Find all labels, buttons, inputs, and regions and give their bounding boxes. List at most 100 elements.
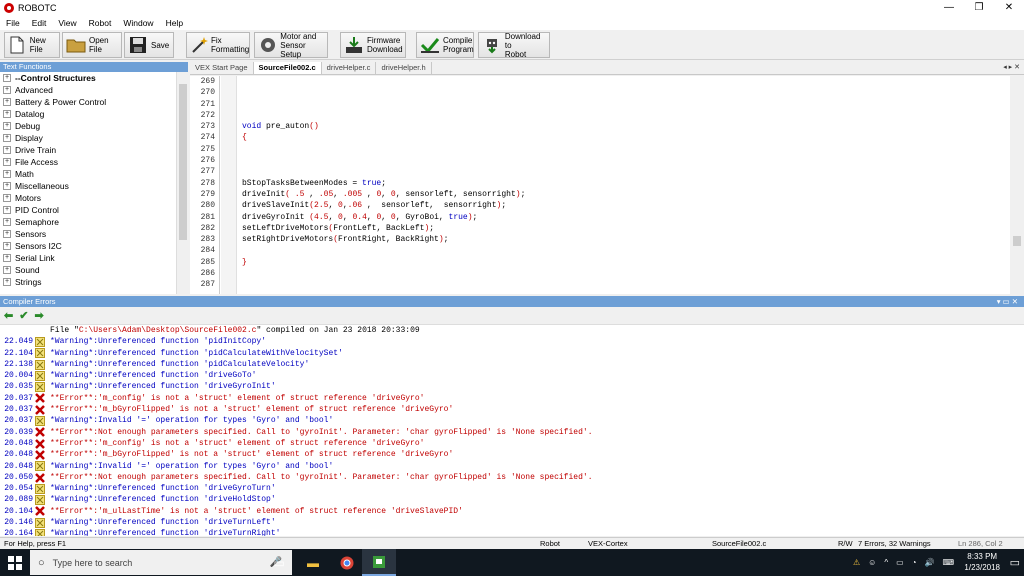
code-line[interactable]	[242, 155, 1002, 166]
menu-edit[interactable]: Edit	[32, 18, 47, 28]
tree-item[interactable]: + Datalog	[0, 108, 176, 120]
error-row[interactable]: 20.048 **Error**:'m_bGyroFlipped' is not …	[0, 449, 1024, 460]
tree-item[interactable]: + Miscellaneous	[0, 180, 176, 192]
minimize-button[interactable]: —	[934, 0, 964, 16]
close-button[interactable]: ✕	[994, 0, 1024, 16]
editor-tab[interactable]: driveHelper.c	[322, 62, 377, 74]
tree-item[interactable]: + Semaphore	[0, 216, 176, 228]
error-row[interactable]: 20.037 **Error**:'m_bGyroFlipped' is not …	[0, 404, 1024, 415]
fix-formatting-button[interactable]: Fix Formatting	[186, 32, 250, 58]
editor-tab[interactable]: driveHelper.h	[376, 62, 432, 74]
error-row[interactable]: 20.004 *Warning*:Unreferenced function 'd…	[0, 370, 1024, 381]
code-line[interactable]	[242, 76, 1002, 87]
error-row[interactable]: 22.104 *Warning*:Unreferenced function 'p…	[0, 348, 1024, 359]
chrome-icon[interactable]	[330, 549, 364, 576]
taskbar-search-input[interactable]: ○ Type here to search 🎤	[30, 550, 292, 575]
error-row[interactable]: 20.146 *Warning*:Unreferenced function 'd…	[0, 517, 1024, 528]
maximize-button[interactable]: ❐	[964, 0, 994, 16]
menu-window[interactable]: Window	[123, 18, 153, 28]
editor-tab[interactable]: VEX Start Page	[190, 62, 254, 74]
code-line[interactable]: setLeftDriveMotors(FrontLeft, BackLeft);	[242, 223, 1002, 234]
error-row[interactable]: 20.048 **Error**:'m_config' is not a 'str…	[0, 438, 1024, 449]
expand-icon[interactable]: +	[3, 122, 11, 130]
editor-tab[interactable]: SourceFile002.c	[253, 62, 322, 74]
expand-icon[interactable]: +	[3, 242, 11, 250]
check-icon[interactable]: ✔	[19, 309, 28, 322]
forward-arrow-icon[interactable]: ➡	[34, 309, 43, 322]
expand-icon[interactable]: +	[3, 206, 11, 214]
expand-icon[interactable]: +	[3, 86, 11, 94]
expand-icon[interactable]: +	[3, 230, 11, 238]
expand-icon[interactable]: +	[3, 254, 11, 262]
code-line[interactable]: driveGyroInit (4.5, 0, 0.4, 0, 0, GyroBo…	[242, 212, 1002, 223]
code-line[interactable]	[242, 87, 1002, 98]
firmware-download-button[interactable]: Firmware Download	[340, 32, 406, 58]
battery-icon[interactable]: ▭	[896, 558, 904, 567]
compile-program-button[interactable]: Compile Program	[416, 32, 474, 58]
tree-item[interactable]: + Drive Train	[0, 144, 176, 156]
show-hidden-icons-icon[interactable]: ^	[884, 558, 888, 567]
volume-icon[interactable]: 🔊	[924, 558, 934, 567]
download-to-robot-button[interactable]: Download to Robot	[478, 32, 550, 59]
new-file-button[interactable]: New File	[4, 32, 60, 58]
expand-icon[interactable]: +	[3, 182, 11, 190]
error-row[interactable]: 20.104 **Error**:'m_ulLastTime' is not a …	[0, 506, 1024, 517]
code-line[interactable]: driveInit( .5 , .05, .005 , 0, 0, sensor…	[242, 189, 1002, 200]
expand-icon[interactable]: +	[3, 74, 11, 82]
tree-item[interactable]: + PID Control	[0, 204, 176, 216]
code-line[interactable]	[242, 279, 1002, 290]
code-line[interactable]: }	[242, 257, 1002, 268]
tree-item[interactable]: + Motors	[0, 192, 176, 204]
wifi-icon[interactable]: ◔	[912, 558, 917, 567]
tab-scroll-controls[interactable]: ◂ ▸ ✕	[1003, 62, 1020, 74]
task-view-icon[interactable]: ▭	[262, 549, 296, 576]
expand-icon[interactable]: +	[3, 134, 11, 142]
code-line[interactable]: driveSlaveInit(2.5, 0,.06 , sensorleft, …	[242, 200, 1002, 211]
error-row[interactable]: 20.037 **Error**:'m_config' is not a 'str…	[0, 393, 1024, 404]
menu-view[interactable]: View	[58, 18, 76, 28]
error-row[interactable]: 20.164 *Warning*:Unreferenced function 'd…	[0, 528, 1024, 536]
expand-icon[interactable]: +	[3, 158, 11, 166]
code-area[interactable]: void pre_auton(){bStopTasksBetweenModes …	[242, 76, 1002, 291]
expand-icon[interactable]: +	[3, 170, 11, 178]
tree-item[interactable]: + Math	[0, 168, 176, 180]
tree-item[interactable]: + File Access	[0, 156, 176, 168]
tree-item[interactable]: + Advanced	[0, 84, 176, 96]
expand-icon[interactable]: +	[3, 218, 11, 226]
save-button[interactable]: Save	[124, 32, 174, 58]
people-icon[interactable]: ☺	[868, 558, 876, 567]
expand-icon[interactable]: +	[3, 266, 11, 274]
error-row[interactable]: File "C:\Users\Adam\Desktop\SourceFile00…	[0, 325, 1024, 336]
expand-icon[interactable]: +	[3, 98, 11, 106]
error-row[interactable]: 20.050 **Error**:Not enough parameters sp…	[0, 472, 1024, 483]
expand-icon[interactable]: +	[3, 278, 11, 286]
tree-item[interactable]: + Sound	[0, 264, 176, 276]
code-line[interactable]	[242, 110, 1002, 121]
code-line[interactable]	[242, 166, 1002, 177]
tree-item[interactable]: + Debug	[0, 120, 176, 132]
windows-start-icon[interactable]	[8, 556, 22, 570]
file-explorer-icon[interactable]: ▬	[296, 549, 330, 576]
tree-item[interactable]: + Sensors	[0, 228, 176, 240]
error-row[interactable]: 20.048 *Warning*:Invalid '=' operation fo…	[0, 461, 1024, 472]
menu-file[interactable]: File	[6, 18, 20, 28]
tree-scrollbar-thumb[interactable]	[179, 84, 187, 240]
robotc-taskbar-icon[interactable]	[362, 549, 396, 576]
error-row[interactable]: 22.138 *Warning*:Unreferenced function 'p…	[0, 359, 1024, 370]
open-file-button[interactable]: Open File	[62, 32, 122, 58]
tree-item[interactable]: + Battery & Power Control	[0, 96, 176, 108]
tree-item[interactable]: + Sensors I2C	[0, 240, 176, 252]
code-line[interactable]	[242, 99, 1002, 110]
code-line[interactable]	[242, 268, 1002, 279]
tree-item[interactable]: + --Control Structures	[0, 72, 176, 84]
error-row[interactable]: 20.035 *Warning*:Unreferenced function 'd…	[0, 381, 1024, 393]
expand-icon[interactable]: +	[3, 146, 11, 154]
error-row[interactable]: 20.039 **Error**:Not enough parameters sp…	[0, 427, 1024, 438]
expand-icon[interactable]: +	[3, 194, 11, 202]
menu-robot[interactable]: Robot	[89, 18, 112, 28]
code-line[interactable]: void pre_auton()	[242, 121, 1002, 132]
tree-scrollbar[interactable]	[176, 72, 188, 294]
error-row[interactable]: 22.049 *Warning*:Unreferenced function 'p…	[0, 336, 1024, 347]
tree-item[interactable]: + Display	[0, 132, 176, 144]
warning-tray-icon[interactable]: ⚠	[853, 558, 860, 567]
